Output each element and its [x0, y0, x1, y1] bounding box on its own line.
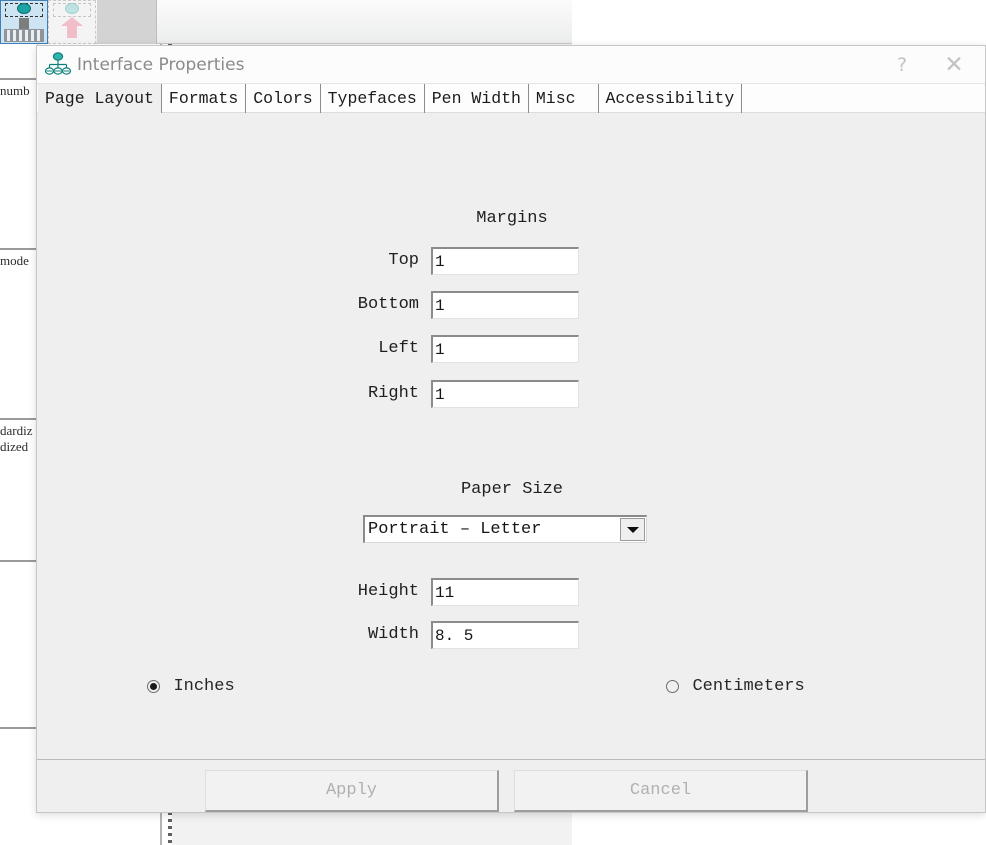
page-layout-panel: Margins Top Bottom Left Right Paper Size…: [37, 113, 985, 759]
list-item[interactable]: [0, 560, 38, 727]
list-item-label: dardiz: [0, 423, 33, 438]
node-circle-icon: [65, 3, 79, 14]
paper-width-row: Width: [368, 621, 579, 649]
list-item[interactable]: mode: [0, 248, 38, 414]
margin-top-input[interactable]: [431, 247, 579, 275]
toolbar-overflow-area: [97, 0, 157, 44]
dialog-title: Interface Properties: [77, 55, 245, 75]
tab-page-layout[interactable]: Page Layout: [38, 84, 162, 113]
barcode-strip-icon: [4, 29, 44, 42]
unit-centimeters-label: Centimeters: [692, 677, 805, 696]
chevron-down-icon: [626, 526, 639, 533]
close-button[interactable]: ✕: [931, 46, 977, 84]
margin-left-row: Left: [378, 335, 579, 363]
background-toolbar: [0, 0, 572, 44]
tab-accessibility[interactable]: Accessibility: [599, 84, 743, 113]
paper-size-selected-value: Portrait – Letter: [368, 520, 542, 539]
list-item-label: mode: [0, 253, 29, 268]
interface-properties-dialog: Interface Properties ? ✕ Page Layout For…: [36, 45, 986, 813]
margin-left-label: Left: [378, 339, 419, 358]
node-circle-icon: [17, 3, 31, 14]
dialog-footer: Apply Cancel: [37, 759, 985, 812]
margin-bottom-row: Bottom: [358, 291, 579, 319]
list-item[interactable]: [0, 727, 38, 845]
help-button[interactable]: ?: [879, 46, 925, 84]
margin-bottom-label: Bottom: [357, 295, 419, 314]
margin-top-label: Top: [388, 251, 419, 270]
paper-width-input[interactable]: [431, 621, 579, 649]
radio-selected-icon: [147, 680, 160, 693]
cancel-button[interactable]: Cancel: [514, 770, 808, 812]
unit-radio-centimeters[interactable]: Centimeters: [666, 677, 805, 701]
tab-colors[interactable]: Colors: [246, 84, 321, 113]
paper-size-select[interactable]: Portrait – Letter: [363, 515, 647, 543]
margins-section-title: Margins: [476, 209, 548, 228]
radio-unselected-icon: [666, 680, 679, 693]
paper-size-section-title: Paper Size: [460, 480, 564, 499]
unit-inches-label: Inches: [173, 677, 235, 696]
tab-misc[interactable]: Misc: [529, 84, 599, 113]
apply-button[interactable]: Apply: [205, 770, 499, 812]
unit-radio-inches[interactable]: Inches: [147, 677, 235, 701]
margin-right-input[interactable]: [431, 380, 579, 408]
hierarchy-tree-icon: [45, 52, 71, 75]
list-item[interactable]: dardiz dized: [0, 418, 38, 560]
paper-height-input[interactable]: [431, 578, 579, 606]
margin-top-row: Top: [388, 247, 579, 275]
paper-size-dropdown-button[interactable]: [620, 518, 645, 541]
margin-right-row: Right: [368, 380, 579, 408]
tab-pen-width[interactable]: Pen Width: [425, 84, 529, 113]
tab-formats[interactable]: Formats: [162, 84, 247, 113]
list-item-label: numb: [0, 83, 30, 98]
export-up-arrow-button[interactable]: [48, 0, 96, 44]
margin-right-label: Right: [367, 384, 419, 403]
paper-height-row: Height: [358, 578, 579, 606]
margin-left-input[interactable]: [431, 335, 579, 363]
list-item-sublabel: dized: [0, 439, 29, 454]
up-arrow-icon: [61, 17, 83, 38]
import-down-arrow-button[interactable]: [0, 0, 48, 44]
dialog-tabstrip: Page Layout Formats Colors Typefaces Pen…: [37, 84, 985, 113]
paper-height-label: Height: [357, 582, 419, 601]
dialog-titlebar[interactable]: Interface Properties ? ✕: [37, 46, 985, 84]
paper-width-label: Width: [367, 625, 419, 644]
margin-bottom-input[interactable]: [431, 291, 579, 319]
list-item[interactable]: numb: [0, 78, 38, 244]
tab-typefaces[interactable]: Typefaces: [321, 84, 425, 113]
